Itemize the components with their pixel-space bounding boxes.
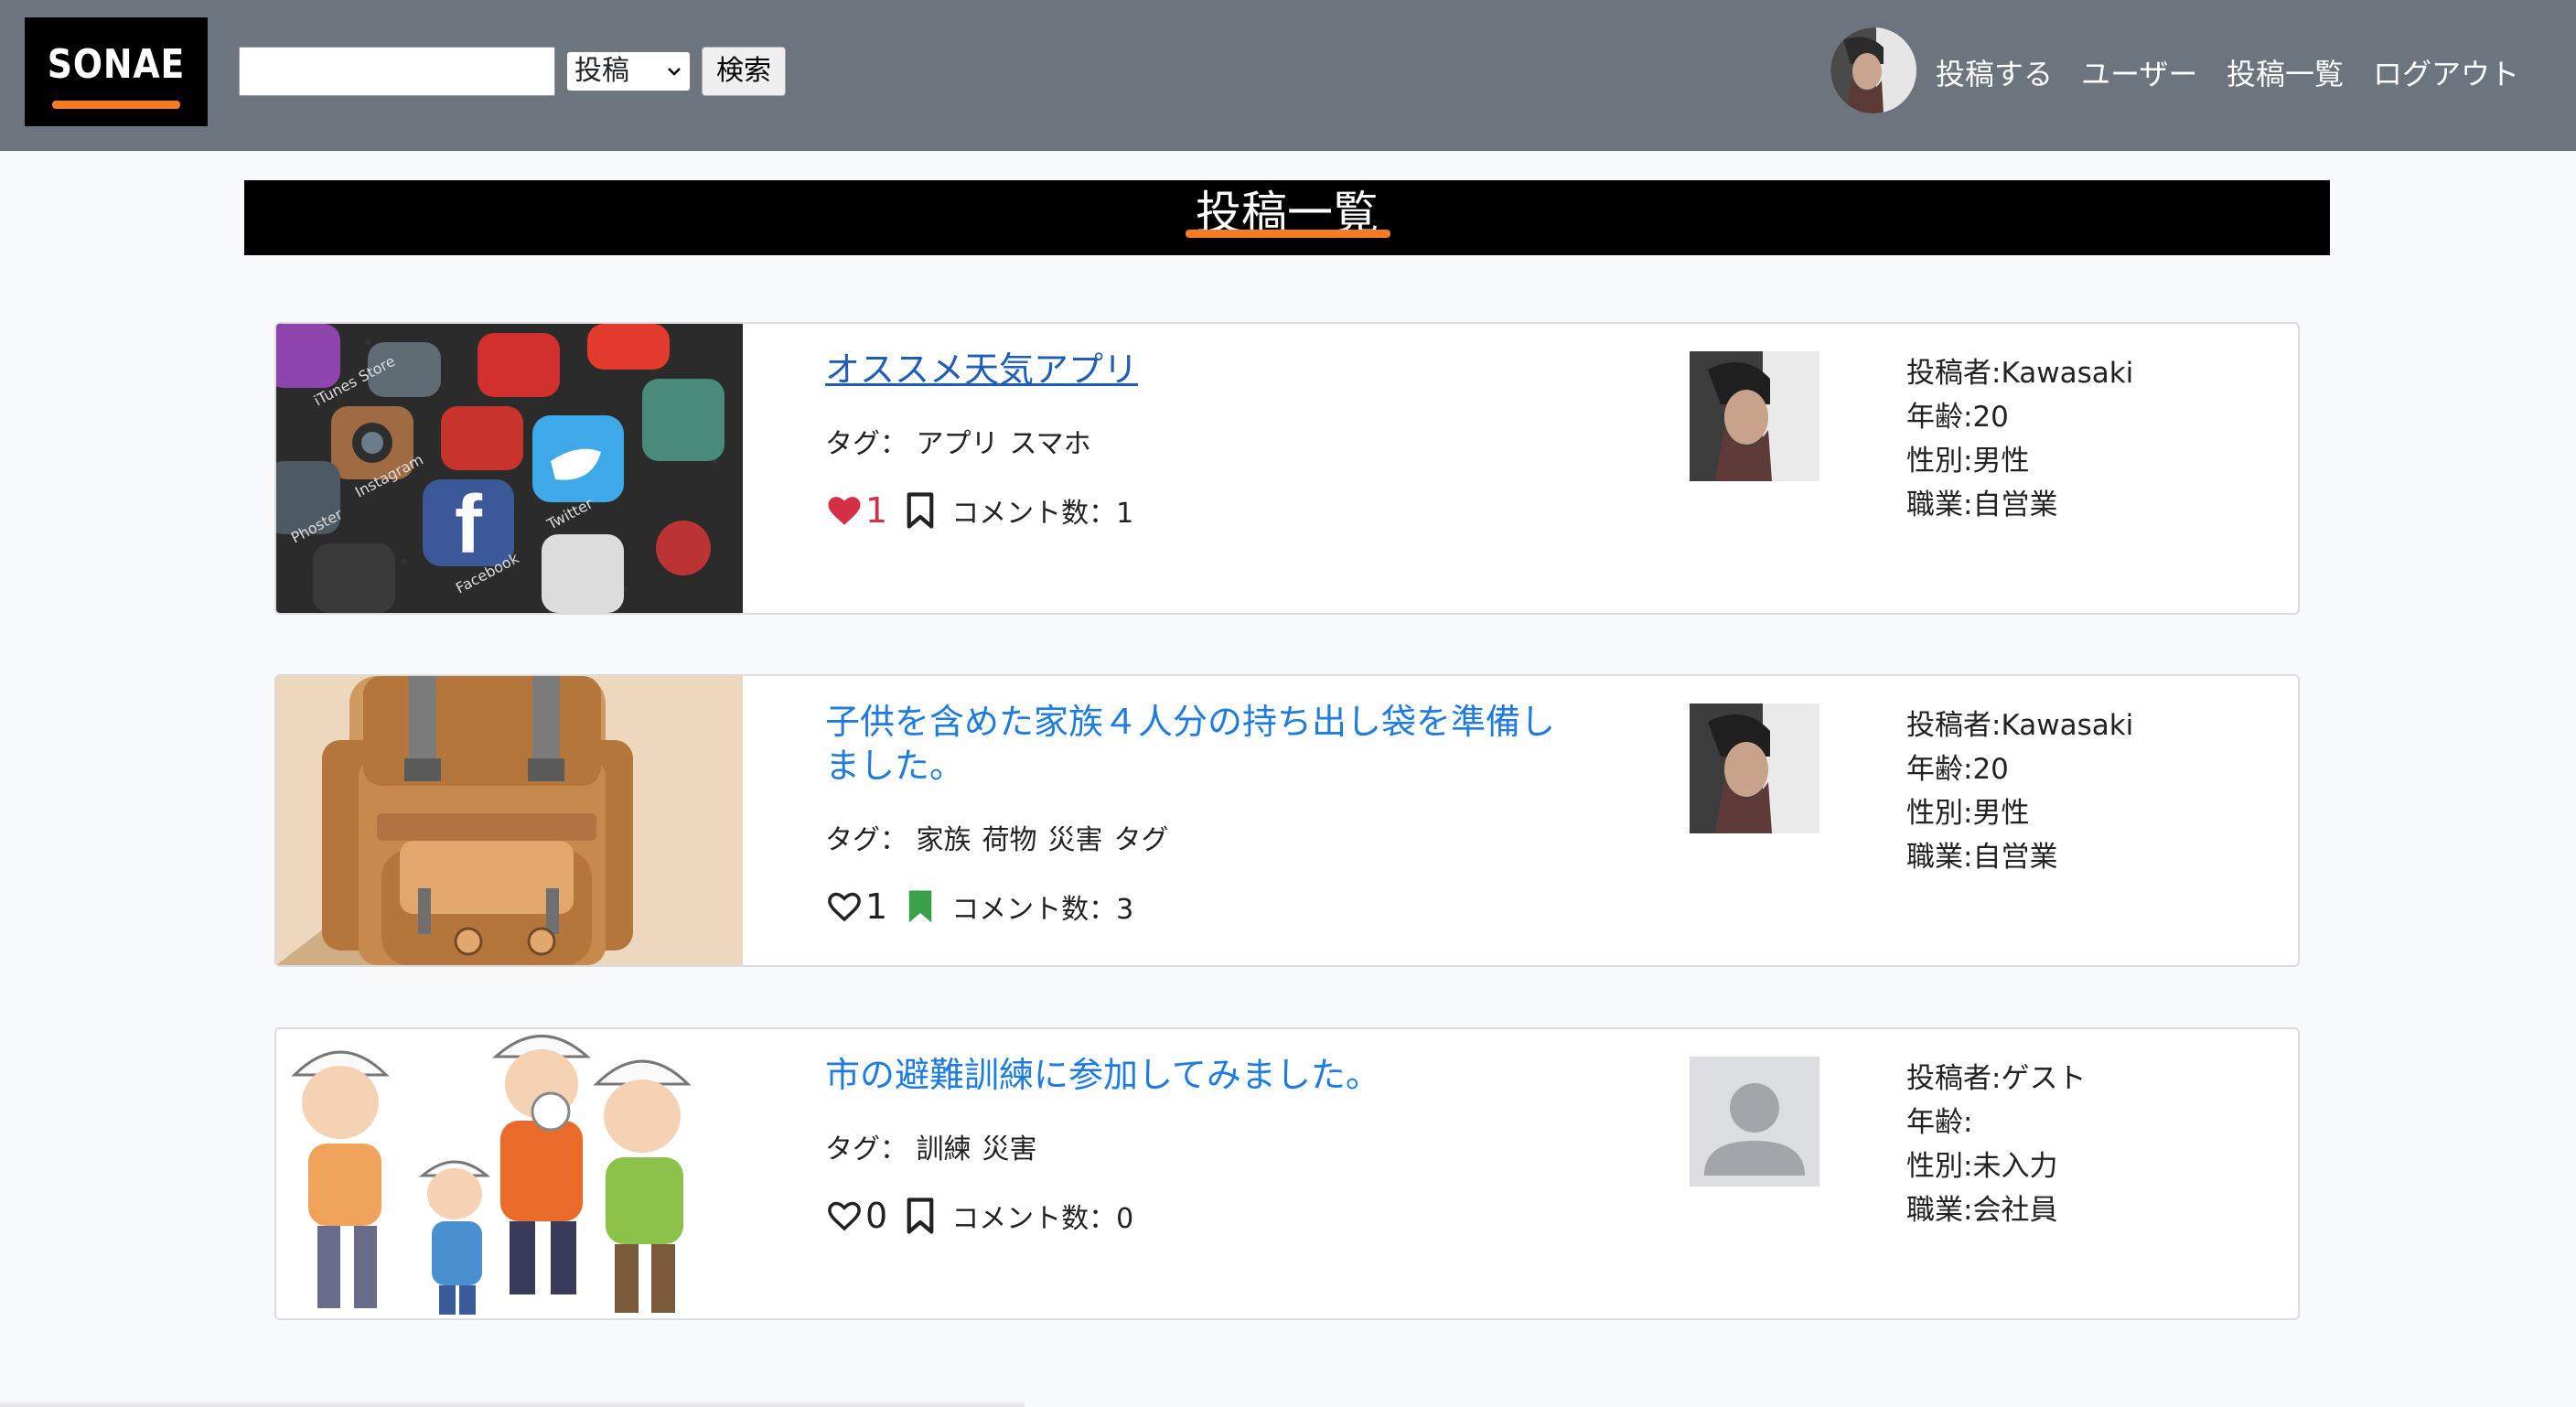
post-title-link[interactable]: 市の避難訓練に参加してみました。 (825, 1053, 1584, 1097)
like-count: 0 (865, 1196, 888, 1236)
search-button[interactable]: 検索 (702, 47, 786, 96)
author-name: 投稿者:ゲスト (1906, 1062, 2087, 1095)
author-age: 年齢:20 (1906, 401, 2009, 434)
post-tags: タグ： アプリ スマホ (825, 421, 1102, 461)
scroll-shadow (0, 1400, 1025, 1407)
default-user-icon (1690, 1057, 1819, 1187)
author-name: 投稿者:Kawasaki (1906, 357, 2134, 390)
like-count: 1 (865, 886, 888, 927)
post-thumbnail[interactable] (276, 676, 743, 965)
heart-outline-icon[interactable] (825, 887, 864, 926)
author-photo (1690, 351, 1819, 481)
tag[interactable]: 訓練 (917, 1133, 971, 1165)
post-thumbnail[interactable] (276, 1029, 743, 1318)
author-info: 投稿者:Kawasaki 年齢:20 性別:男性 職業:自営業 (1906, 704, 2133, 879)
evacuation-drill-image (276, 1029, 743, 1318)
chevron-down-icon (668, 68, 681, 76)
author-age: 年齢: (1906, 1106, 1973, 1139)
heart-filled-icon[interactable] (825, 491, 864, 530)
post-card: 子供を含めた家族４人分の持ち出し袋を準備しました。 タグ： 家族 荷物 災害 タグ 1… (274, 674, 2300, 967)
bookmark-outline-icon[interactable] (904, 491, 937, 530)
author-age: 年齢:20 (1906, 753, 2009, 786)
tag[interactable]: スマホ (1010, 428, 1091, 460)
search-input[interactable] (239, 47, 555, 96)
author-info: 投稿者:ゲスト 年齢: 性別:未入力 職業:会社員 (1906, 1057, 2086, 1232)
logo[interactable]: SONAE (25, 17, 208, 126)
heart-outline-icon[interactable] (825, 1197, 864, 1235)
post-tags: タグ： 訓練 災害 (825, 1126, 1048, 1166)
nav-link-logout[interactable]: ログアウト (2373, 51, 2519, 93)
tag[interactable]: タグ (1114, 824, 1169, 856)
tag[interactable]: アプリ (917, 428, 999, 460)
tag[interactable]: 災害 (1048, 824, 1103, 856)
page-title-underline (1186, 230, 1390, 238)
nav-link-new-post[interactable]: 投稿する (1936, 51, 2053, 93)
post-tags: タグ： 家族 荷物 災害 タグ (825, 817, 1180, 857)
tag[interactable]: 荷物 (982, 824, 1037, 856)
author-avatar[interactable] (1690, 351, 1819, 481)
search-type-value: 投稿 (574, 55, 629, 87)
tags-label: タグ： (825, 1133, 907, 1165)
post-card: 市の避難訓練に参加してみました。 タグ： 訓練 災害 0 コメント数：0 投稿者:… (274, 1027, 2300, 1320)
user-avatar[interactable] (1830, 27, 1916, 113)
post-card: f iTunes Store Instagram Twitter Faceboo… (274, 322, 2300, 615)
post-meta-row: 1 コメント数：1 (825, 489, 1133, 532)
author-job: 職業:自営業 (1906, 489, 2058, 521)
author-info: 投稿者:Kawasaki 年齢:20 性別:男性 職業:自営業 (1906, 351, 2133, 527)
author-name: 投稿者:Kawasaki (1906, 709, 2134, 742)
author-gender: 性別:男性 (1906, 445, 2030, 478)
comment-count: コメント数：0 (951, 1203, 1134, 1235)
bookmark-outline-icon[interactable] (904, 1197, 937, 1235)
post-meta-row: 0 コメント数：0 (825, 1194, 1133, 1238)
nav-link-users[interactable]: ユーザー (2081, 51, 2197, 93)
author-gender: 性別:未入力 (1906, 1150, 2058, 1183)
author-job: 職業:自営業 (1906, 841, 2058, 874)
page-title-bar: 投稿一覧 (244, 180, 2330, 255)
author-job: 職業:会社員 (1906, 1194, 2058, 1227)
author-avatar[interactable] (1690, 704, 1819, 833)
bookmark-filled-icon[interactable] (904, 887, 937, 926)
navbar: SONAE 投稿 検索 投稿する ユーザー 投稿一覧 ログアウト (0, 0, 2576, 151)
author-avatar[interactable] (1690, 1057, 1819, 1187)
tags-label: タグ： (825, 428, 907, 460)
post-thumbnail[interactable]: f iTunes Store Instagram Twitter Faceboo… (276, 324, 743, 613)
like-count: 1 (865, 490, 888, 531)
smartphone-apps-image: f iTunes Store Instagram Twitter Faceboo… (276, 324, 743, 613)
tags-label: タグ： (825, 824, 907, 856)
tag[interactable]: 家族 (917, 824, 971, 856)
comment-count: コメント数：1 (951, 498, 1134, 530)
svg-text:f: f (455, 479, 483, 571)
post-title-link[interactable]: 子供を含めた家族４人分の持ち出し袋を準備しました。 (825, 700, 1584, 788)
logo-underline (52, 101, 180, 109)
avatar-photo (1830, 27, 1916, 113)
backpack-image (276, 676, 743, 965)
post-title-link[interactable]: オススメ天気アプリ (825, 348, 1584, 392)
author-gender: 性別:男性 (1906, 797, 2030, 830)
tag[interactable]: 災害 (982, 1133, 1037, 1165)
post-meta-row: 1 コメント数：3 (825, 885, 1133, 929)
nav-link-post-list[interactable]: 投稿一覧 (2227, 51, 2344, 93)
comment-count: コメント数：3 (951, 894, 1134, 926)
author-photo (1690, 704, 1819, 833)
logo-text: SONAE (47, 41, 186, 88)
search-type-select[interactable]: 投稿 (566, 51, 691, 91)
